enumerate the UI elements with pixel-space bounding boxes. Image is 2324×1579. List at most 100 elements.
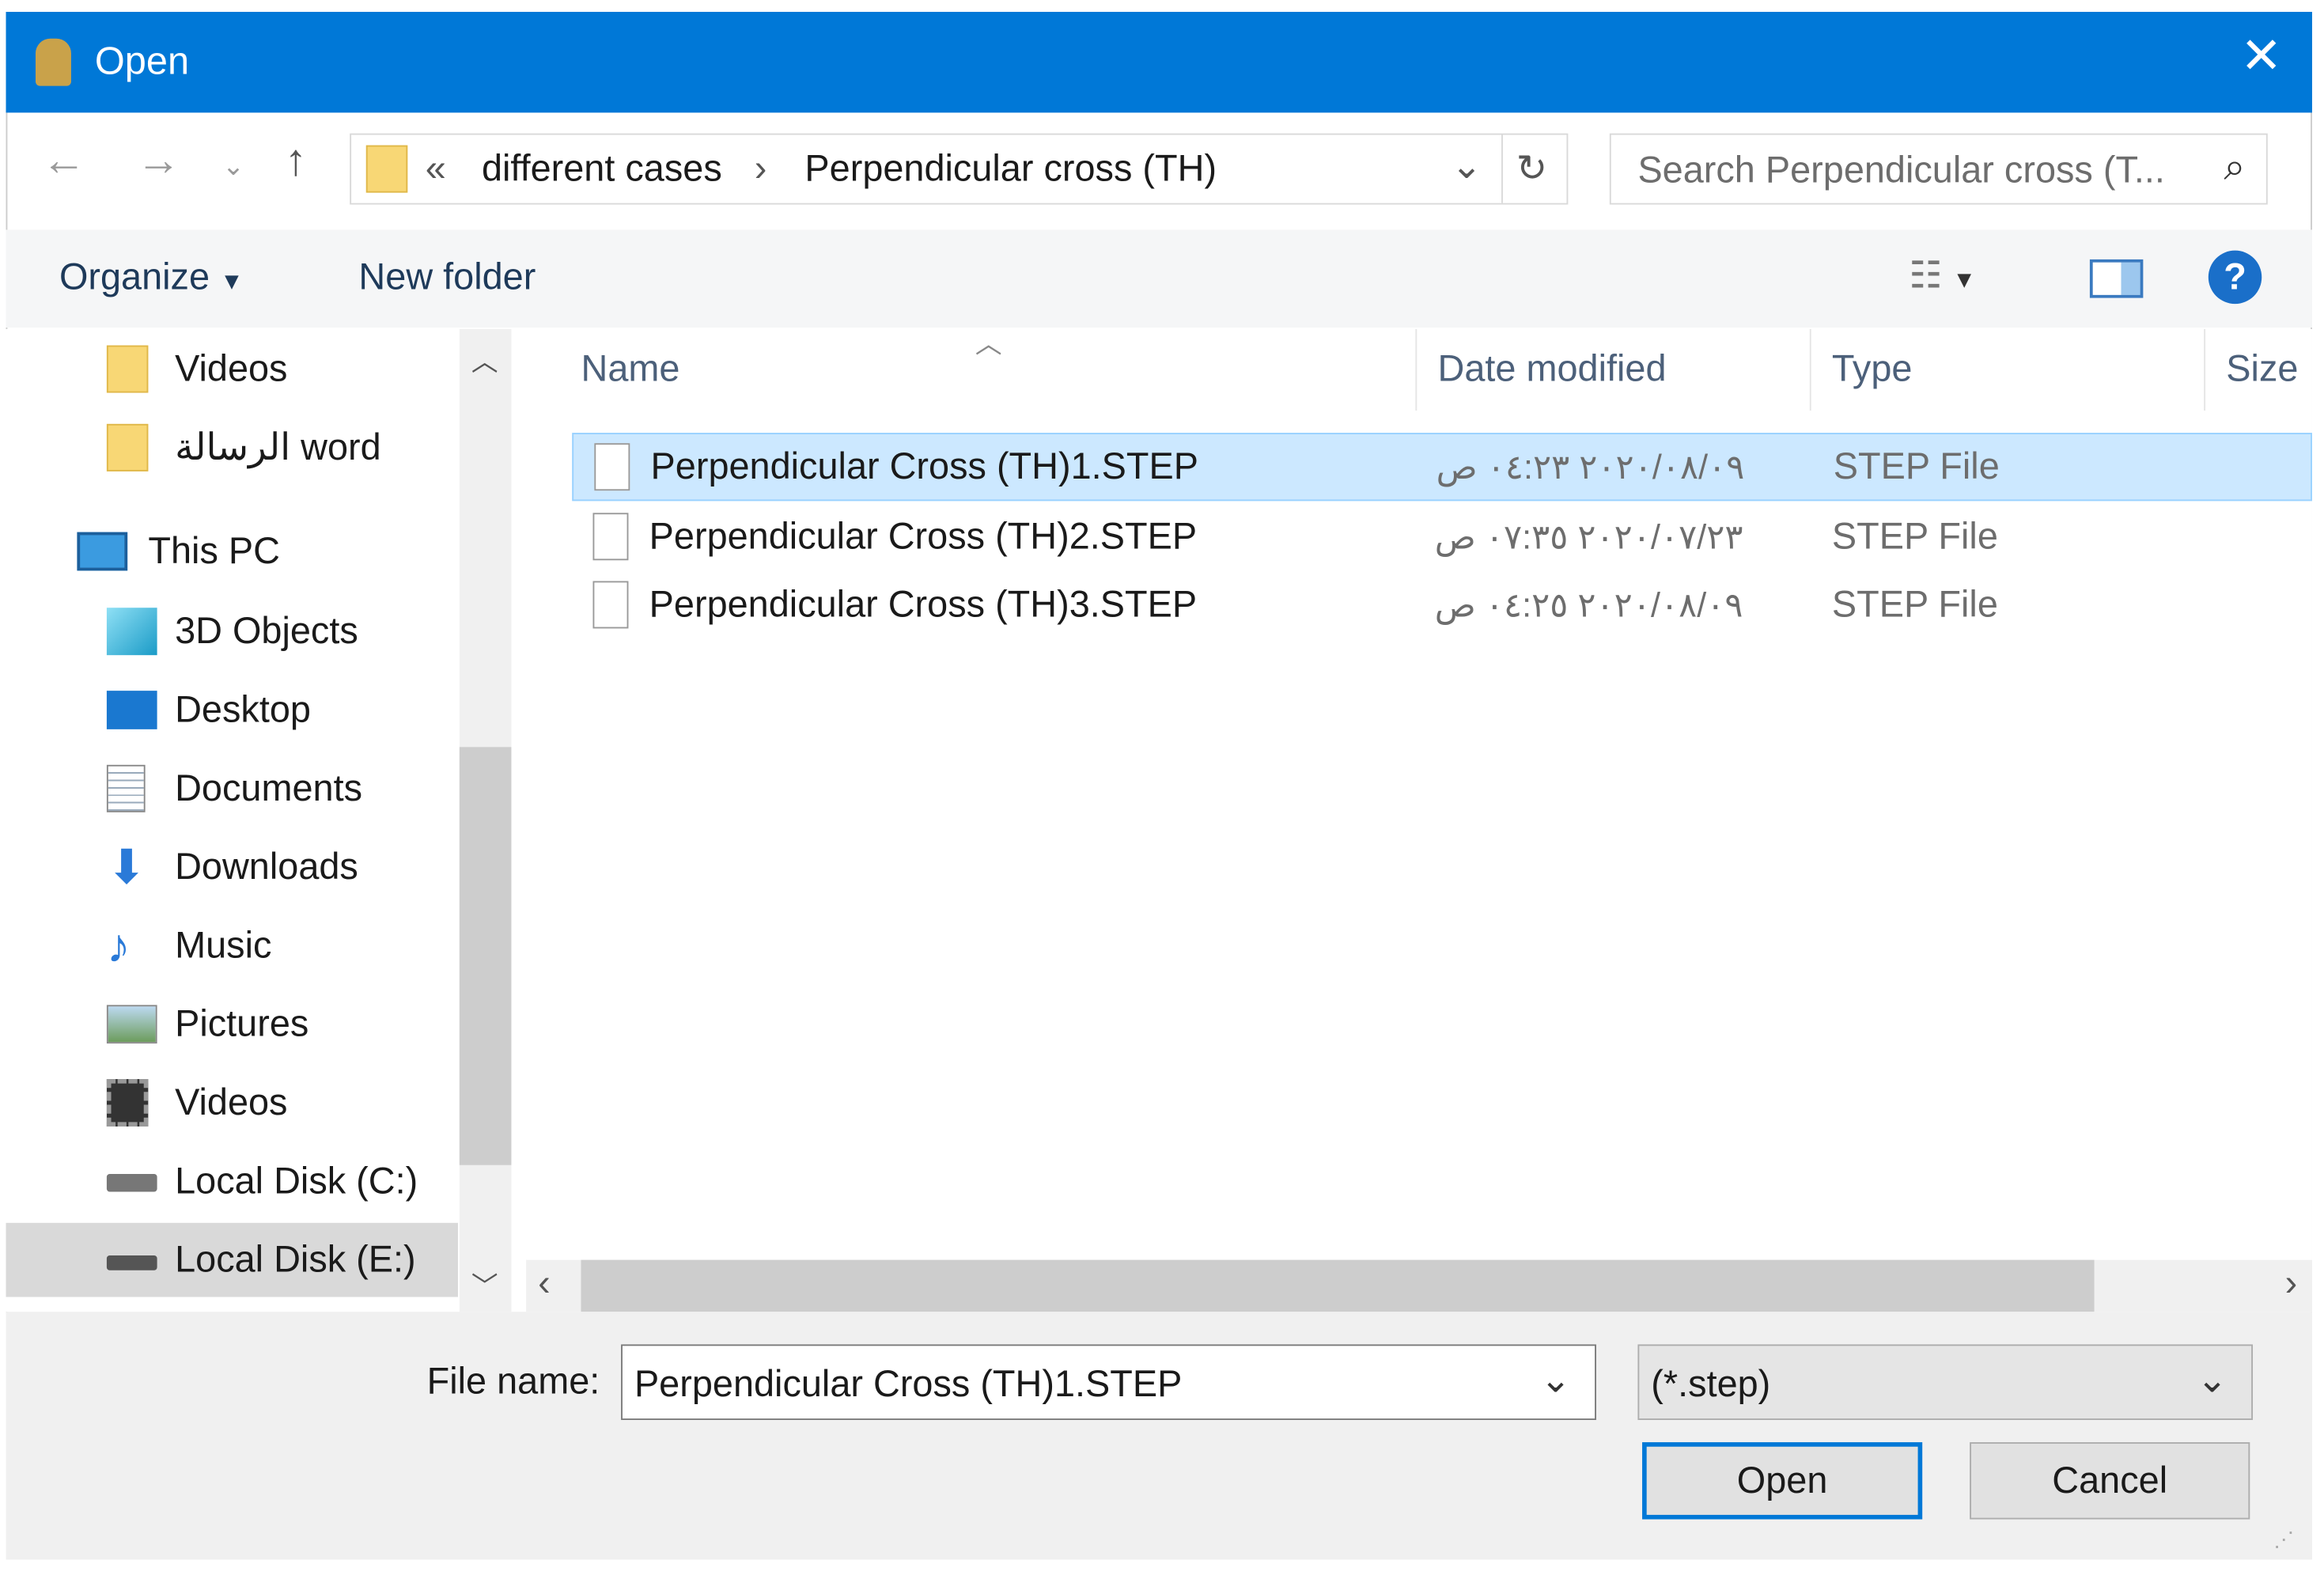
nav-item-this-pc[interactable]: This PC	[6, 514, 457, 589]
address-dropdown-icon[interactable]: ⌄	[1451, 144, 1482, 188]
overflow-chevron[interactable]: «	[426, 148, 446, 191]
nav-item-pictures[interactable]: Pictures	[6, 987, 457, 1062]
help-icon[interactable]: ?	[2208, 250, 2262, 305]
nav-item-videos[interactable]: Videos	[6, 1066, 457, 1140]
desktop-icon	[106, 691, 157, 729]
filter-value: (*.step)	[1651, 1363, 1771, 1406]
recent-locations-icon[interactable]: ⌄	[222, 151, 244, 182]
file-date: ٢٠٢٠/٠٨/٠٩ ٠٤:٢٥ ص	[1434, 585, 1743, 623]
nav-label: 3D Objects	[175, 610, 358, 652]
column-header-type[interactable]: Type	[1832, 348, 1913, 391]
drive-icon	[106, 1255, 157, 1270]
nav-label: Desktop	[175, 688, 311, 730]
dialog-title: Open	[94, 38, 190, 83]
nav-item-downloads[interactable]: ⬇ Downloads	[6, 830, 457, 904]
title-bar: Open ✕	[6, 11, 2312, 113]
search-icon[interactable]: ⌕	[2224, 144, 2245, 191]
file-icon	[592, 513, 629, 561]
breadcrumb-current[interactable]: Perpendicular cross (TH)	[804, 148, 1217, 191]
search-input[interactable]: Search Perpendicular cross (T... ⌕	[1609, 133, 2268, 205]
nav-item-3d-objects[interactable]: 3D Objects	[6, 594, 457, 668]
caret-down-icon: ▼	[220, 270, 244, 295]
file-date: ٢٠٢٠/٠٨/٠٩ ٠٤:٢٣ ص	[1436, 446, 1745, 486]
drive-icon	[106, 1173, 157, 1192]
file-type: STEP File	[1831, 515, 1998, 557]
file-row[interactable]: Perpendicular Cross (TH)1.STEP ٢٠٢٠/٠٨/٠٩…	[572, 433, 2312, 502]
file-icon	[592, 581, 629, 629]
file-name: Perpendicular Cross (TH)1.STEP	[650, 445, 1199, 487]
file-type: STEP File	[1831, 583, 1998, 625]
scrollbar-thumb[interactable]	[581, 1259, 2095, 1312]
nav-item-local-disk-e[interactable]: Local Disk (E:)	[6, 1222, 458, 1297]
folder-icon	[106, 423, 149, 471]
column-header-date-modified[interactable]: Date modified	[1437, 348, 1666, 391]
nav-item-documents[interactable]: Documents	[6, 752, 457, 826]
organize-button[interactable]: Organize ▼	[59, 256, 244, 299]
scrollbar-thumb[interactable]	[459, 747, 512, 1165]
file-name-value: Perpendicular Cross (TH)1.STEP	[634, 1363, 1183, 1406]
nav-label: Local Disk (E:)	[175, 1238, 416, 1280]
open-button[interactable]: Open	[1642, 1442, 1923, 1520]
chevron-down-icon[interactable]: ⌄	[1540, 1357, 1571, 1402]
file-type-filter-select[interactable]: (*.step) ⌄	[1637, 1344, 2254, 1421]
nav-label: Videos	[175, 347, 288, 389]
new-folder-button[interactable]: New folder	[358, 256, 536, 299]
document-icon	[106, 764, 146, 812]
nav-item-music[interactable]: ♪ Music	[6, 909, 457, 983]
nav-label: Pictures	[175, 1002, 309, 1045]
music-icon: ♪	[106, 918, 131, 973]
horizontal-scrollbar[interactable]: ‹ ›	[526, 1259, 2312, 1312]
back-icon[interactable]: ←	[41, 136, 85, 187]
up-icon[interactable]: ↑	[285, 136, 307, 187]
cube-icon	[106, 608, 157, 656]
file-name: Perpendicular Cross (TH)3.STEP	[649, 583, 1198, 625]
nav-label: This PC	[148, 529, 280, 572]
file-name: Perpendicular Cross (TH)2.STEP	[649, 515, 1198, 557]
file-date: ٢٠٢٠/٠٧/٢٣ ٠٧:٣٥ ص	[1434, 516, 1743, 555]
folder-icon	[106, 345, 149, 393]
refresh-icon[interactable]: ↻	[1516, 146, 1547, 191]
computer-icon	[77, 532, 128, 571]
file-name-input[interactable]: Perpendicular Cross (TH)1.STEP ⌄	[621, 1344, 1596, 1421]
preview-pane-icon[interactable]	[2089, 259, 2144, 298]
address-bar[interactable]: « different cases › Perpendicular cross …	[350, 133, 1569, 205]
sort-ascending-icon: ︿	[975, 328, 1002, 359]
resize-grip-icon[interactable]: ⋰	[2273, 1527, 2294, 1552]
nav-label: Documents	[175, 767, 363, 809]
folder-icon	[365, 145, 408, 193]
search-placeholder: Search Perpendicular cross (T...	[1637, 150, 2165, 191]
scroll-left-icon[interactable]: ‹	[538, 1263, 551, 1305]
file-name-label: File name:	[426, 1361, 600, 1403]
file-row[interactable]: Perpendicular Cross (TH)2.STEP ٢٠٢٠/٠٧/٢٣…	[572, 502, 2312, 570]
scroll-right-icon[interactable]: ›	[2285, 1263, 2298, 1305]
file-row[interactable]: Perpendicular Cross (TH)3.STEP ٢٠٢٠/٠٨/٠٩…	[572, 570, 2312, 638]
nav-item-word-folder[interactable]: الرسالة word	[6, 411, 457, 485]
scroll-up-icon[interactable]: ︿	[471, 341, 498, 380]
nav-item-videos-folder[interactable]: Videos	[6, 332, 457, 407]
column-header-name[interactable]: Name	[581, 348, 679, 391]
nav-label: Music	[175, 924, 272, 966]
cancel-button[interactable]: Cancel	[1970, 1442, 2250, 1520]
nav-item-desktop[interactable]: Desktop	[6, 673, 457, 748]
scroll-down-icon[interactable]: ﹀	[471, 1266, 498, 1304]
organize-label: Organize	[59, 256, 210, 298]
nav-label: Videos	[175, 1081, 288, 1123]
file-type: STEP File	[1833, 445, 2000, 487]
view-options-icon[interactable]: ☷ ▼	[1909, 253, 1976, 297]
film-icon	[106, 1079, 149, 1127]
file-icon	[594, 443, 630, 491]
toolbar: Organize ▼ New folder ☷ ▼ ?	[6, 229, 2312, 328]
breadcrumb-different-cases[interactable]: different cases	[482, 148, 722, 191]
close-icon[interactable]: ✕	[2240, 27, 2282, 86]
download-icon: ⬇	[106, 840, 147, 894]
nav-vertical-scrollbar[interactable]: ︿ ﹀	[459, 328, 512, 1312]
picture-icon	[106, 1005, 157, 1044]
nav-item-local-disk-c[interactable]: Local Disk (C:)	[6, 1144, 457, 1218]
column-header-size[interactable]: Size	[2226, 348, 2298, 391]
nav-label: الرسالة word	[175, 426, 381, 469]
forward-icon[interactable]: →	[136, 136, 180, 187]
app-icon	[35, 38, 71, 86]
nav-label: Downloads	[175, 845, 358, 888]
chevron-down-icon[interactable]: ⌄	[2197, 1357, 2227, 1402]
nav-label: Local Disk (C:)	[175, 1160, 418, 1202]
